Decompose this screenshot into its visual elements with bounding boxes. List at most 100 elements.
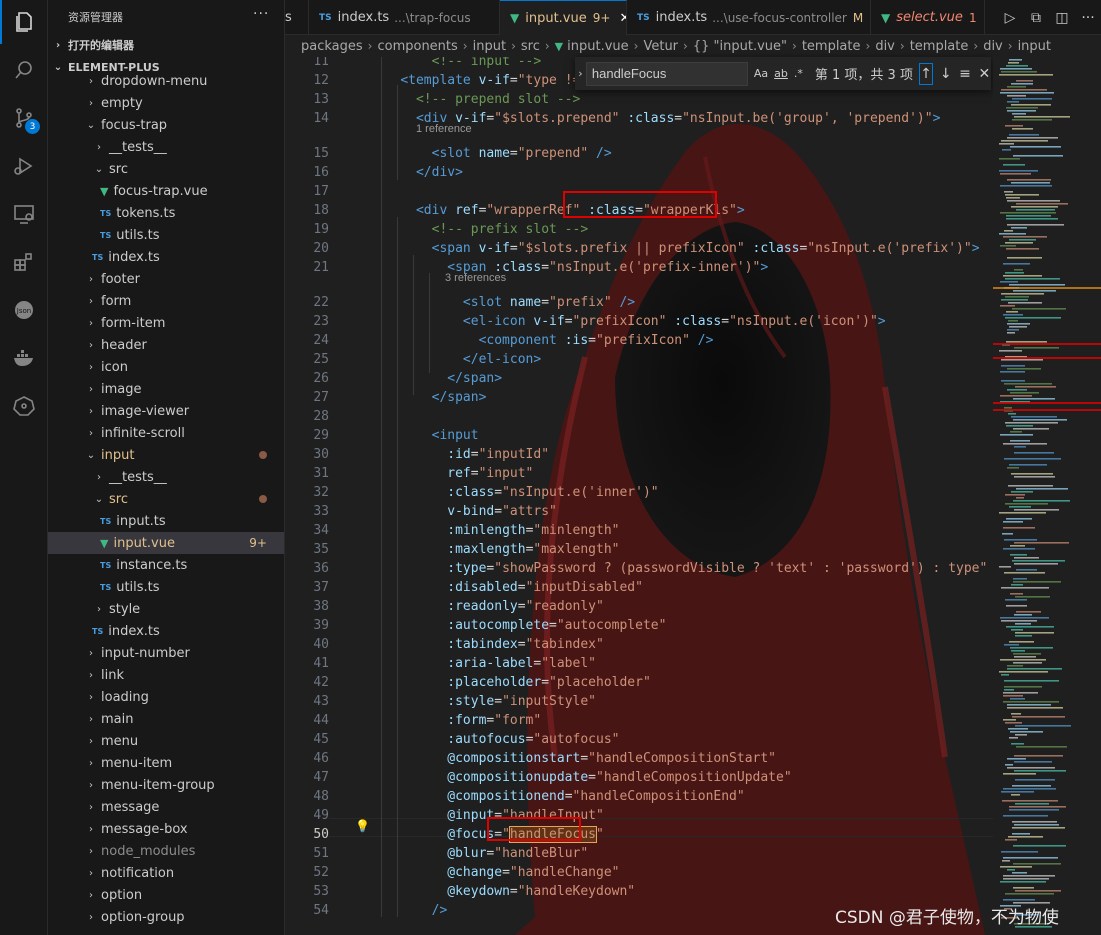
tree-item-instance-ts[interactable]: TS instance.ts [48,554,284,576]
tab-overflow[interactable]: s [285,0,309,35]
previous-match-button[interactable]: ↑ [918,62,934,85]
tree-item-option[interactable]: › option [48,884,284,906]
next-match-button[interactable]: ↓ [939,63,952,85]
breadcrumb-item[interactable]: packages [301,39,363,54]
tree-item-focus-trap[interactable]: ⌄ focus-trap [48,114,284,136]
split-editor-icon[interactable]: ◫ [1049,10,1075,26]
tree-item-menu[interactable]: › menu [48,730,284,752]
tree-item-icon[interactable]: › icon [48,356,284,378]
tree-item-tests[interactable]: › __tests__ [48,136,284,158]
close-tab-icon[interactable]: ✕ [619,11,626,26]
tree-item-index-ts[interactable]: TS index.ts [48,246,284,268]
lightbulb-icon[interactable]: 💡 [355,819,370,833]
tree-item-image[interactable]: › image [48,378,284,400]
chevron-right-icon: › [89,75,93,87]
vue-icon: ▼ [100,184,109,198]
explorer-title: 资源管理器 [68,11,123,24]
reference-codelens[interactable]: 1 reference [416,123,472,135]
line-number: 48 [313,789,329,804]
remote-explorer-icon[interactable] [0,192,48,236]
breadcrumb-item[interactable]: components [377,39,457,54]
run-debug-icon[interactable] [0,144,48,188]
tree-item-input[interactable]: ⌄ input [48,444,284,466]
tree-item-input-vue[interactable]: ▼ input.vue 9+ [48,532,284,554]
close-find-button[interactable]: ✕ [978,63,991,85]
tree-item-infinite-scroll[interactable]: › infinite-scroll [48,422,284,444]
line-number: 50 [313,827,329,842]
tree-item-dropdown-menu[interactable]: › dropdown-menu [48,70,284,92]
tree-item-message[interactable]: › message [48,796,284,818]
tree-item-tokens-ts[interactable]: TS tokens.ts [48,202,284,224]
json-icon[interactable]: Json [0,288,48,332]
tree-item-input-number[interactable]: › input-number [48,642,284,664]
tab-index-use-focus-controller[interactable]: TS index.ts ...\use-focus-controller M [627,0,871,35]
tree-item-loading[interactable]: › loading [48,686,284,708]
source-control-icon[interactable]: 3 [0,96,48,140]
tree-item-form-item[interactable]: › form-item [48,312,284,334]
line-number: 46 [313,751,329,766]
tree-item-footer[interactable]: › footer [48,268,284,290]
code-line: <slot name="prefix" /> [462,295,636,310]
minimap[interactable] [993,57,1101,935]
tab-select-vue[interactable]: ▼ select.vue 1 [871,0,985,35]
breadcrumb-item[interactable]: input [473,39,506,54]
tree-item-message-box[interactable]: › message-box [48,818,284,840]
open-editors-section[interactable]: › 打开的编辑器 [48,34,284,56]
tree-item-style[interactable]: › style [48,598,284,620]
search-icon[interactable] [0,48,48,92]
line-number: 27 [313,390,329,405]
breadcrumb-item[interactable]: src [521,39,540,54]
extensions-icon[interactable] [0,240,48,284]
tree-item-form[interactable]: › form [48,290,284,312]
breadcrumb-item[interactable]: template [802,39,861,54]
breadcrumb-item[interactable]: div [983,39,1003,54]
run-icon[interactable]: ▷ [997,10,1023,26]
breadcrumb-item[interactable]: input.vue [567,39,629,54]
tree-item-main[interactable]: › main [48,708,284,730]
breadcrumb-item[interactable]: template [910,39,969,54]
more-actions-icon[interactable]: ··· [253,6,269,22]
explorer-icon[interactable] [0,0,48,44]
tree-item-node-modules[interactable]: › node_modules [48,840,284,862]
code-editor[interactable]: 11 12 13 14 15 16 17 18 19 20 21 22 23 24 25 26 27 28 29 30… [285,57,993,935]
tree-item-utils-ts[interactable]: TS utils.ts [48,576,284,598]
line-number: 54 [313,903,329,918]
tree-item-src[interactable]: ⌄ src [48,158,284,180]
tree-item-tests[interactable]: › __tests__ [48,466,284,488]
docker-icon[interactable] [0,336,48,380]
breadcrumb-item[interactable]: {} "input.vue" [693,39,787,54]
find-input[interactable] [585,61,748,86]
tree-item-image-viewer[interactable]: › image-viewer [48,400,284,422]
tree-item-option-group[interactable]: › option-group [48,906,284,928]
code-line: :aria-label="label" [447,656,596,671]
tree-item-focus-trap-vue[interactable]: ▼ focus-trap.vue [48,180,284,202]
breadcrumb-separator-icon: › [367,39,373,53]
whole-word-toggle[interactable]: ab [774,67,788,80]
toggle-replace-icon[interactable]: › [575,67,586,80]
tree-item-link[interactable]: › link [48,664,284,686]
tree-item-index-ts[interactable]: TS index.ts [48,620,284,642]
code-line: :minlength="minlength" [447,523,620,538]
tree-item-empty[interactable]: › empty [48,92,284,114]
tree-item-menu-item[interactable]: › menu-item [48,752,284,774]
kubernetes-icon[interactable] [0,384,48,428]
match-case-toggle[interactable]: Aa [754,67,768,80]
tree-item-notification[interactable]: › notification [48,862,284,884]
line-number: 41 [313,656,329,671]
tree-item-menu-item-group[interactable]: › menu-item-group [48,774,284,796]
tab-input-vue[interactable]: ▼ input.vue 9+ ✕ [500,0,627,35]
breadcrumb-item[interactable]: input [1018,39,1051,54]
chevron-right-icon: › [89,669,93,681]
tab-index-trap-focus[interactable]: TS index.ts ...\trap-focus [309,0,500,35]
reference-codelens[interactable]: 3 references [445,272,506,284]
more-actions-icon[interactable]: ··· [1075,10,1101,26]
tree-item-input-ts[interactable]: TS input.ts [48,510,284,532]
tree-item-utils-ts[interactable]: TS utils.ts [48,224,284,246]
open-changes-icon[interactable]: ⧉ [1023,10,1049,26]
tree-item-header[interactable]: › header [48,334,284,356]
breadcrumb-item[interactable]: Vetur [643,39,678,54]
find-in-selection-button[interactable]: ≡ [958,63,971,85]
tree-item-src[interactable]: ⌄ src [48,488,284,510]
breadcrumb-item[interactable]: div [875,39,895,54]
regex-toggle[interactable]: .* [794,67,803,80]
